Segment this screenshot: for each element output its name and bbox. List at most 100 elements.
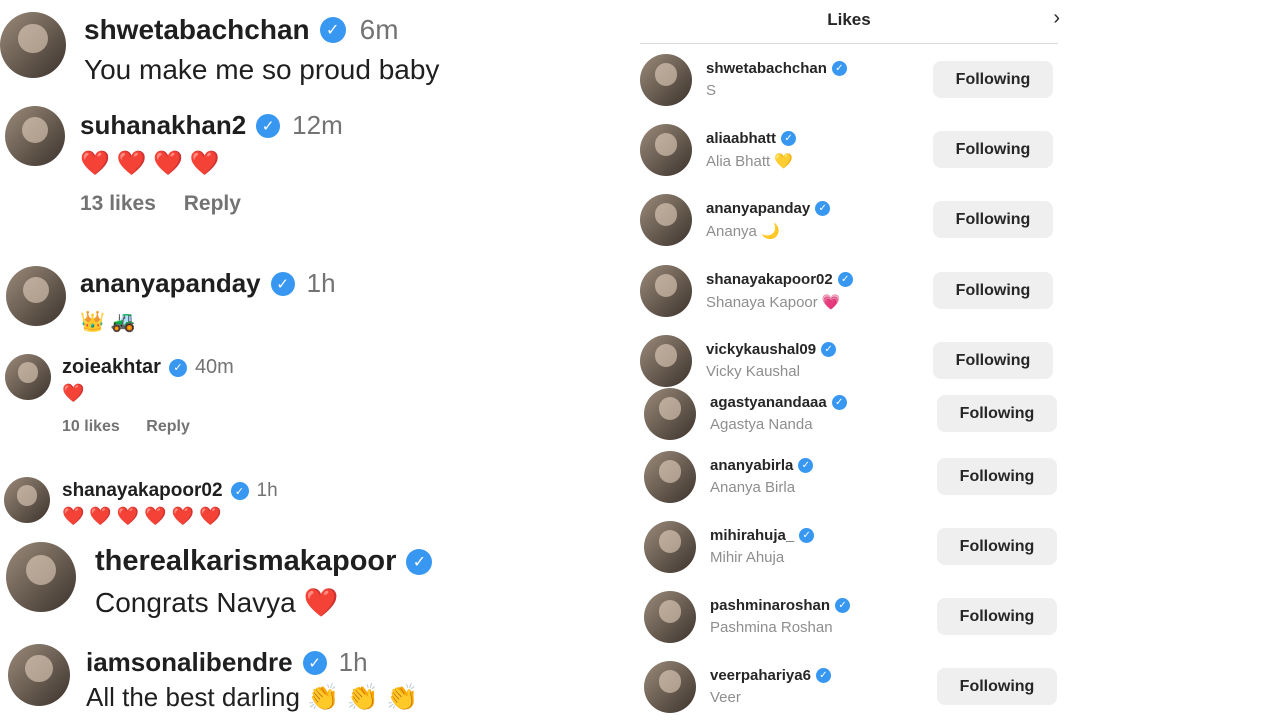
comment: shwetabachchan ✓ 6m You make me so proud… <box>84 14 439 86</box>
verified-badge-icon: ✓ <box>256 113 281 138</box>
like-fullname: Ananya 🌙 <box>706 223 780 240</box>
likes-count-link[interactable]: 10 likes <box>62 418 120 435</box>
like-username[interactable]: shwetabachchan <box>706 60 827 77</box>
like-username[interactable]: agastyanandaaa <box>710 394 827 411</box>
avatar[interactable] <box>6 542 76 612</box>
like-username[interactable]: ananyabirla <box>710 457 793 474</box>
verified-badge-icon: ✓ <box>831 395 847 410</box>
like-fullname: S <box>706 82 717 99</box>
comment-time: 1h <box>306 268 336 298</box>
comment-username[interactable]: therealkarismakapoor <box>95 545 396 578</box>
avatar[interactable] <box>644 388 696 440</box>
verified-badge-icon: ✓ <box>815 668 831 683</box>
avatar[interactable] <box>640 335 692 387</box>
like-fullname: Mihir Ahuja <box>710 549 785 566</box>
comment: zoieakhtar ✓ 40m ❤️ 10 likes Reply <box>62 356 234 436</box>
avatar[interactable] <box>640 124 692 176</box>
avatar[interactable] <box>644 521 696 573</box>
following-button[interactable]: Following <box>937 395 1057 432</box>
verified-badge-icon: ✓ <box>815 201 831 216</box>
verified-badge-icon: ✓ <box>319 17 346 43</box>
following-button[interactable]: Following <box>937 458 1057 495</box>
like-fullname: Alia Bhatt 💛 <box>706 153 794 170</box>
verified-badge-icon: ✓ <box>821 342 837 357</box>
comment-time: 40m <box>194 356 234 378</box>
verified-badge-icon: ✓ <box>406 548 433 575</box>
like-username[interactable]: mihirahuja_ <box>710 527 794 544</box>
like-fullname: Veer <box>710 689 741 706</box>
comment-actions: 13 likes Reply <box>80 192 343 216</box>
likes-header: Likes › <box>640 0 1060 44</box>
following-button[interactable]: Following <box>933 61 1053 98</box>
comment: therealkarismakapoor ✓ Congrats Navya ❤️ <box>95 545 433 619</box>
following-button[interactable]: Following <box>937 528 1057 565</box>
comment-username[interactable]: shwetabachchan <box>84 14 310 46</box>
like-fullname: Vicky Kaushal <box>706 363 800 380</box>
avatar[interactable] <box>5 106 65 166</box>
verified-badge-icon: ✓ <box>798 458 814 473</box>
comment-text: Congrats Navya ❤️ <box>95 587 339 618</box>
like-fullname: Agastya Nanda <box>710 416 813 433</box>
avatar[interactable] <box>644 591 696 643</box>
comment-text: ❤️ ❤️ ❤️ ❤️ <box>80 150 220 177</box>
like-fullname: Pashmina Roshan <box>710 619 833 636</box>
comment: iamsonalibendre ✓ 1h All the best darlin… <box>86 647 419 713</box>
like-fullname: Ananya Birla <box>710 479 796 496</box>
following-button[interactable]: Following <box>933 131 1053 168</box>
like-username[interactable]: shanayakapoor02 <box>706 271 833 288</box>
following-button[interactable]: Following <box>937 668 1057 705</box>
comment-username[interactable]: iamsonalibendre <box>86 647 293 678</box>
reply-button[interactable]: Reply <box>184 192 241 215</box>
avatar[interactable] <box>640 194 692 246</box>
avatar[interactable] <box>8 644 70 706</box>
avatar[interactable] <box>644 451 696 503</box>
likes-title: Likes <box>827 10 871 29</box>
comment-time: 12m <box>292 110 343 140</box>
comment-text: ❤️ ❤️ ❤️ ❤️ ❤️ ❤️ <box>62 506 222 526</box>
comment: ananyapanday ✓ 1h 👑 🚜 <box>80 268 336 334</box>
avatar[interactable] <box>640 265 692 317</box>
avatar[interactable] <box>6 266 66 326</box>
comment-time: 6m <box>359 14 399 45</box>
comment-text: ❤️ <box>62 383 85 403</box>
likes-count-link[interactable]: 13 likes <box>80 192 156 215</box>
like-username[interactable]: ananyapanday <box>706 200 810 217</box>
verified-badge-icon: ✓ <box>302 650 327 675</box>
like-fullname: Shanaya Kapoor 💗 <box>706 294 841 311</box>
comment: suhanakhan2 ✓ 12m ❤️ ❤️ ❤️ ❤️ 13 likes R… <box>80 110 343 216</box>
avatar[interactable] <box>5 354 51 400</box>
following-button[interactable]: Following <box>933 342 1053 379</box>
chevron-right-icon[interactable]: › <box>1053 7 1060 30</box>
comment-text: All the best darling 👏 👏 👏 <box>86 682 419 712</box>
following-button[interactable]: Following <box>933 201 1053 238</box>
comment-username[interactable]: suhanakhan2 <box>80 110 246 141</box>
comment: shanayakapoor02 ✓ 1h ❤️ ❤️ ❤️ ❤️ ❤️ ❤️ <box>62 480 278 527</box>
reply-button[interactable]: Reply <box>146 418 190 435</box>
comment-text: You make me so proud baby <box>84 54 440 85</box>
verified-badge-icon: ✓ <box>835 598 851 613</box>
following-button[interactable]: Following <box>937 598 1057 635</box>
comment-time: 1h <box>256 480 278 501</box>
avatar[interactable] <box>640 54 692 106</box>
verified-badge-icon: ✓ <box>799 528 815 543</box>
verified-badge-icon: ✓ <box>831 61 847 76</box>
comment-actions: 10 likes Reply <box>62 418 234 436</box>
avatar[interactable] <box>0 12 66 78</box>
comment-text: 👑 🚜 <box>80 311 136 333</box>
verified-badge-icon: ✓ <box>168 358 187 377</box>
verified-badge-icon: ✓ <box>230 482 249 500</box>
verified-badge-icon: ✓ <box>781 131 797 146</box>
comment-time: 1h <box>338 647 368 677</box>
verified-badge-icon: ✓ <box>270 271 295 296</box>
like-username[interactable]: vickykaushal09 <box>706 341 816 358</box>
comment-username[interactable]: zoieakhtar <box>62 356 161 379</box>
verified-badge-icon: ✓ <box>837 272 853 287</box>
avatar[interactable] <box>644 661 696 713</box>
comment-username[interactable]: shanayakapoor02 <box>62 480 223 502</box>
like-username[interactable]: aliaabhatt <box>706 130 776 147</box>
comment-username[interactable]: ananyapanday <box>80 268 261 299</box>
following-button[interactable]: Following <box>933 272 1053 309</box>
like-username[interactable]: veerpahariya6 <box>710 667 811 684</box>
avatar[interactable] <box>4 477 50 523</box>
like-username[interactable]: pashminaroshan <box>710 597 830 614</box>
